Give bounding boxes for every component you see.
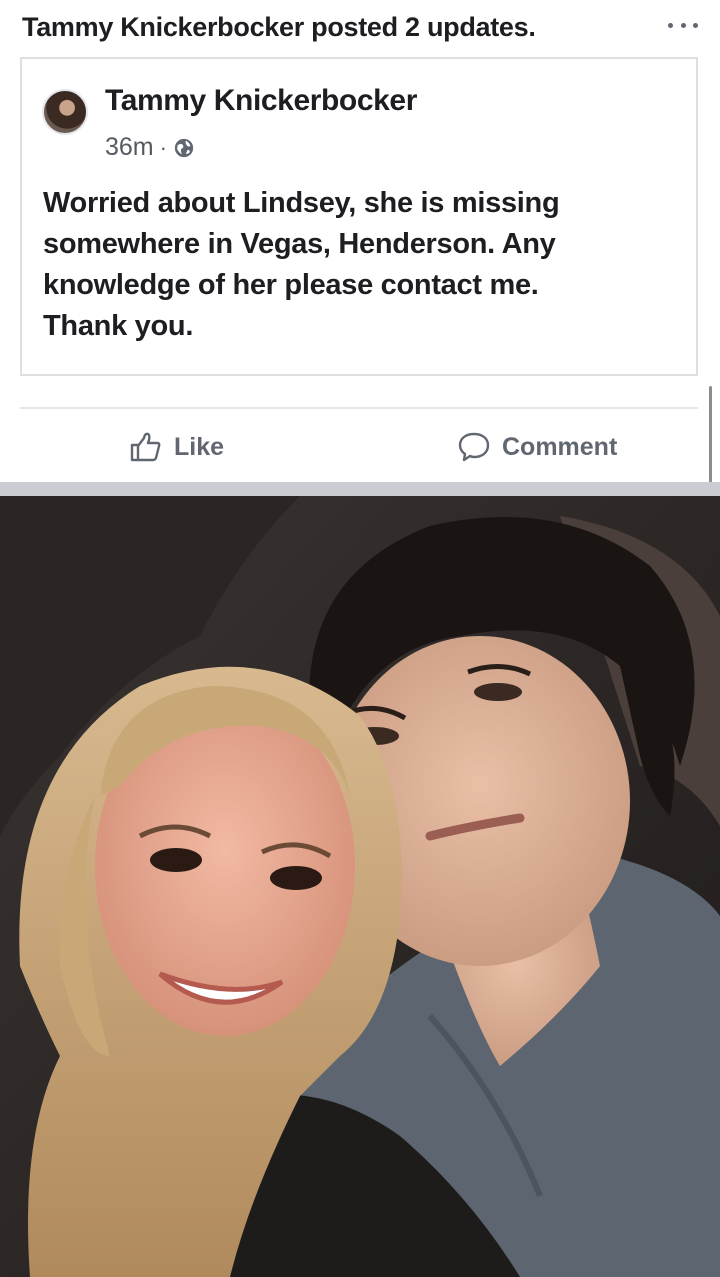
post-photo[interactable] (0, 496, 720, 1277)
post-text: Worried about Lindsey, she is missing so… (43, 187, 560, 342)
meta-separator: · (159, 134, 167, 160)
globe-icon (174, 138, 194, 157)
scrollbar[interactable] (709, 386, 712, 490)
avatar[interactable] (42, 89, 88, 135)
comment-button[interactable]: Comment (456, 424, 617, 470)
author-name[interactable]: Tammy Knickerbocker (105, 84, 417, 118)
divider (20, 407, 698, 409)
timestamp[interactable]: 36m (105, 133, 154, 162)
ellipsis-icon[interactable] (668, 18, 698, 32)
section-separator (0, 482, 720, 496)
comment-label: Comment (502, 432, 618, 461)
story-title: Tammy Knickerbocker posted 2 updates. (22, 12, 536, 42)
post-meta: 36m · (105, 133, 195, 162)
thumbs-up-icon (130, 432, 161, 462)
like-label: Like (174, 432, 225, 461)
comment-icon (458, 432, 490, 462)
selfie-photo-illustration (0, 496, 720, 1277)
like-button[interactable]: Like (128, 424, 224, 470)
feed-story-header: Tammy Knickerbocker posted 2 updates. (0, 0, 720, 56)
shared-post-card[interactable]: Tammy Knickerbocker 36m · Worried about … (20, 57, 698, 376)
